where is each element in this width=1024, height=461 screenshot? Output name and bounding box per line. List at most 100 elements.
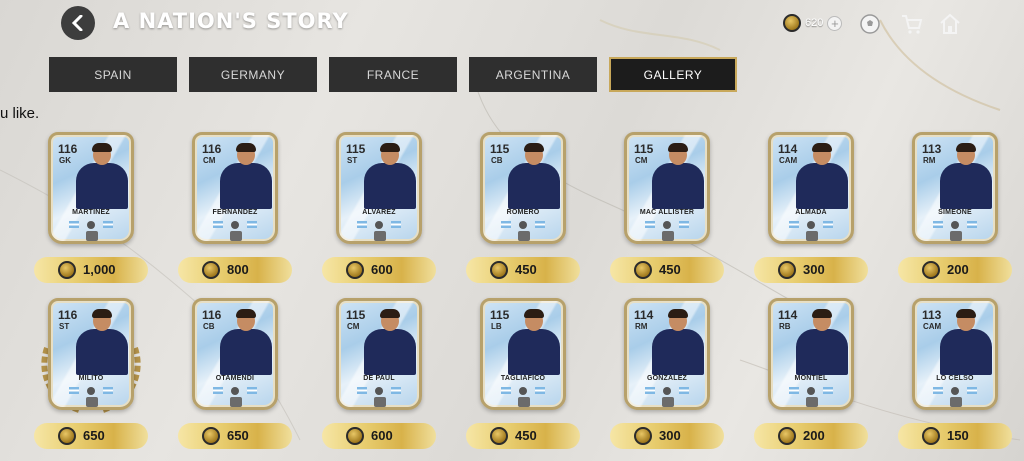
card-rating: 113	[922, 308, 942, 322]
player-hair	[668, 309, 688, 318]
card-position: CB	[203, 322, 215, 331]
player-hair	[236, 143, 256, 152]
coin-icon	[778, 261, 796, 279]
card-position: CAM	[779, 156, 798, 165]
card-nation-row	[195, 387, 275, 395]
price-button[interactable]: 150	[898, 423, 1012, 449]
card-player-name: OTAMENDI	[215, 375, 255, 382]
player-card[interactable]: 116 CB OTAMENDI	[192, 298, 278, 410]
player-card[interactable]: 115 LB TAGLIAFICO	[480, 298, 566, 410]
club-crest-icon	[519, 387, 527, 395]
argentina-flag-icon	[645, 221, 655, 228]
card-rating: 114	[778, 308, 798, 322]
club-crest-icon	[375, 387, 383, 395]
club-crest-icon	[375, 221, 383, 229]
price-button[interactable]: 200	[898, 257, 1012, 283]
price-button[interactable]: 600	[322, 423, 436, 449]
player-card[interactable]: 115 CM DE PAUL	[336, 298, 422, 410]
card-badge-icon	[86, 231, 98, 241]
league-flag-icon	[535, 387, 545, 394]
card-nation-row	[483, 221, 563, 229]
club-crest-icon	[663, 221, 671, 229]
argentina-flag-icon	[501, 387, 511, 394]
league-flag-icon	[823, 387, 833, 394]
page-title: A NATION'S STORY	[113, 9, 349, 33]
card-player-name: MARTINEZ	[72, 209, 110, 216]
club-crest-icon	[87, 221, 95, 229]
tab-france[interactable]: FRANCE	[329, 57, 457, 92]
player-card[interactable]: 116 ST MILITO	[48, 298, 134, 410]
league-flag-icon	[391, 221, 401, 228]
price-button[interactable]: 650	[34, 423, 148, 449]
player-card[interactable]: 114 RB MONTIEL	[768, 298, 854, 410]
player-card[interactable]: 115 CM MAC ALLISTER	[624, 132, 710, 244]
coin-icon	[783, 14, 801, 32]
tab-spain[interactable]: SPAIN	[49, 57, 177, 92]
player-kit	[652, 163, 704, 209]
coin-icon	[202, 261, 220, 279]
club-crest-icon	[807, 221, 815, 229]
price-button[interactable]: 450	[610, 257, 724, 283]
card-badge-icon	[518, 231, 530, 241]
coin-icon	[346, 427, 364, 445]
player-card[interactable]: 116 CM FERNANDEZ	[192, 132, 278, 244]
card-nation-row	[627, 387, 707, 395]
card-badge-icon	[518, 397, 530, 407]
coin-icon	[202, 427, 220, 445]
player-portrait	[361, 143, 419, 209]
plus-icon[interactable]: +	[827, 15, 843, 31]
player-kit	[76, 163, 128, 209]
player-portrait	[793, 309, 851, 375]
price-button[interactable]: 450	[466, 257, 580, 283]
player-card[interactable]: 113 CAM LO CELSO	[912, 298, 998, 410]
price-amount: 150	[947, 428, 969, 443]
card-badge-icon	[806, 397, 818, 407]
tab-gallery[interactable]: GALLERY	[609, 57, 737, 92]
home-icon[interactable]	[938, 12, 962, 36]
price-button[interactable]: 450	[466, 423, 580, 449]
price-button[interactable]: 1,000	[34, 257, 148, 283]
subtitle: u like.	[0, 105, 40, 122]
price-button[interactable]: 800	[178, 257, 292, 283]
card-rating: 115	[346, 142, 366, 156]
price-button[interactable]: 600	[322, 257, 436, 283]
card-rating: 116	[202, 142, 222, 156]
cart-icon[interactable]	[900, 12, 924, 36]
card-rating: 114	[634, 308, 654, 322]
price-amount: 450	[659, 262, 681, 277]
player-hair	[380, 309, 400, 318]
card-rating: 115	[346, 308, 366, 322]
header: A NATION'S STORY 620 +	[0, 0, 1024, 48]
price-button[interactable]: 300	[754, 257, 868, 283]
player-card[interactable]: 115 ST ALVAREZ	[336, 132, 422, 244]
price-button[interactable]: 200	[754, 423, 868, 449]
player-card[interactable]: 116 GK MARTINEZ	[48, 132, 134, 244]
price-amount: 800	[227, 262, 249, 277]
back-button[interactable]	[61, 6, 95, 40]
card-badge-icon	[950, 397, 962, 407]
tab-germany[interactable]: GERMANY	[189, 57, 317, 92]
player-card[interactable]: 115 CB ROMERO	[480, 132, 566, 244]
price-amount: 650	[83, 428, 105, 443]
card-player-name: FERNANDEZ	[212, 209, 258, 216]
card-position: GK	[59, 156, 71, 165]
card-nation-row	[771, 221, 851, 229]
card-player-name: LO CELSO	[936, 375, 974, 382]
price-button[interactable]: 650	[178, 423, 292, 449]
card-player-name: TAGLIAFICO	[500, 375, 546, 382]
card-nation-row	[51, 221, 131, 229]
league-flag-icon	[247, 387, 257, 394]
price-amount: 450	[515, 262, 537, 277]
ball-icon[interactable]	[858, 12, 882, 36]
player-hair	[956, 309, 976, 318]
card-player-name: MAC ALLISTER	[639, 209, 695, 216]
player-card[interactable]: 113 RM SIMEONE	[912, 132, 998, 244]
player-card[interactable]: 114 CAM ALMADA	[768, 132, 854, 244]
price-button[interactable]: 300	[610, 423, 724, 449]
player-kit	[220, 329, 272, 375]
card-position: ST	[347, 156, 358, 165]
tab-argentina[interactable]: ARGENTINA	[469, 57, 597, 92]
club-crest-icon	[519, 221, 527, 229]
player-card[interactable]: 114 RM GONZALEZ	[624, 298, 710, 410]
player-hair	[380, 143, 400, 152]
